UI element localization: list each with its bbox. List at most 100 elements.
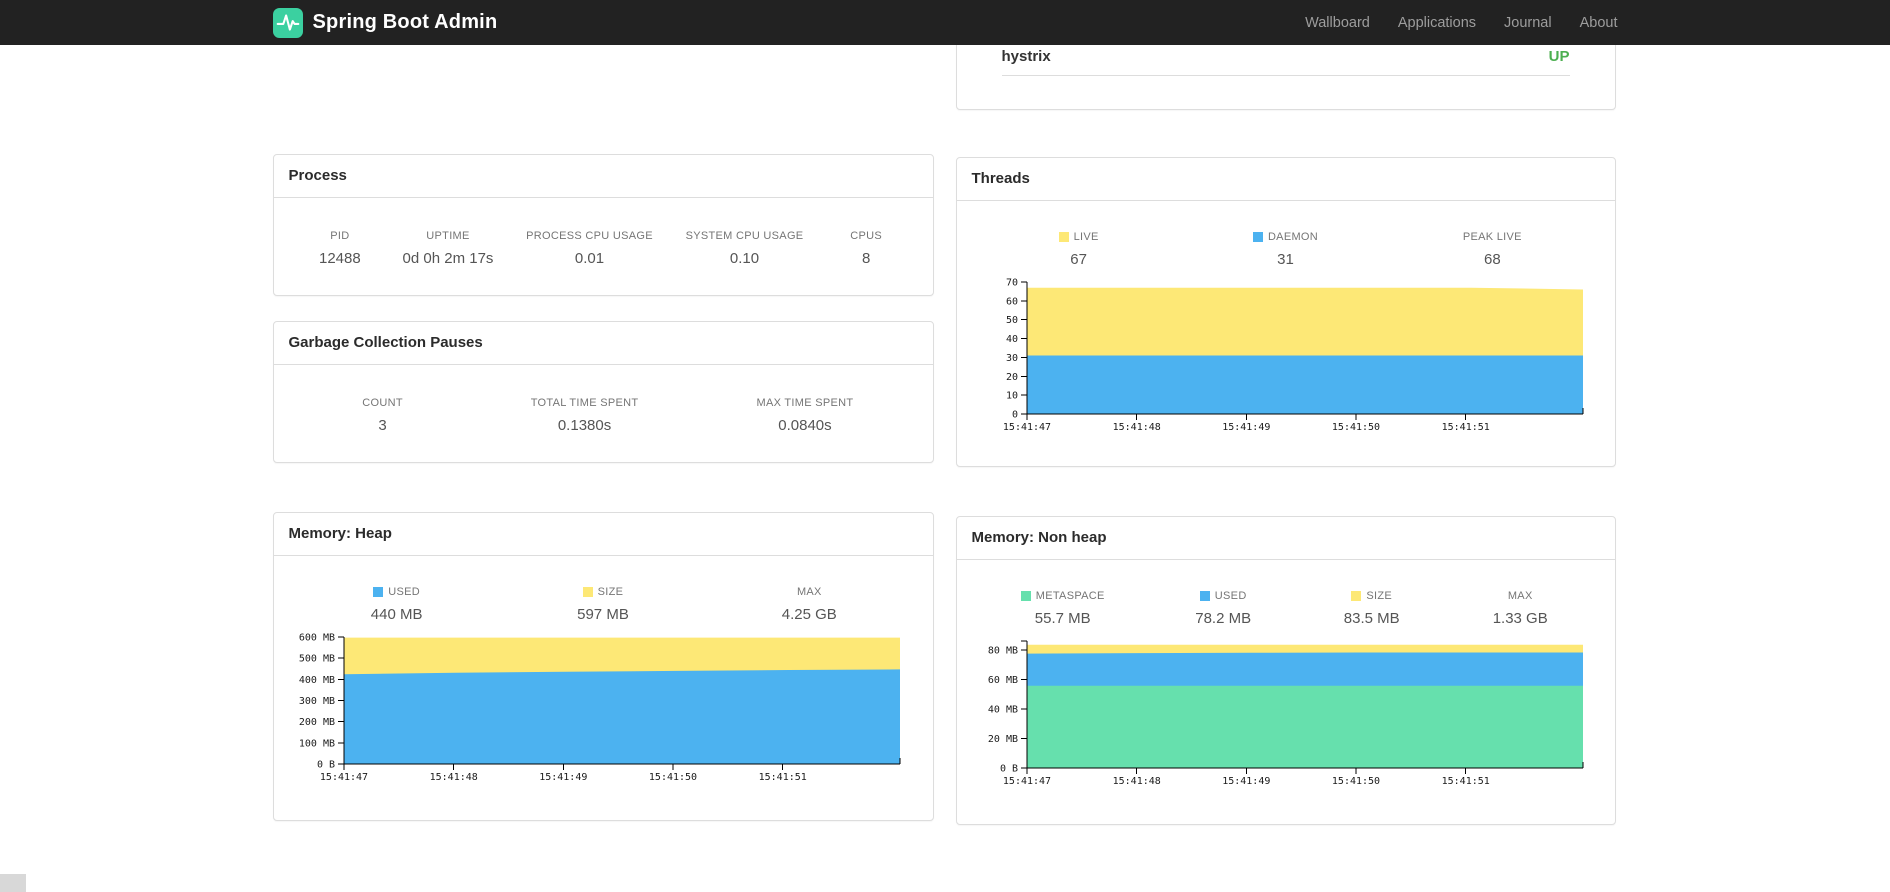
legend-value: 67 [1070,251,1087,268]
process-metrics: PID 12488 UPTIME 0d 0h 2m 17s PROCESS CP… [274,198,933,295]
legend-live: LIVE 67 [1049,231,1109,268]
memory-nonheap-panel-header: Memory: Non heap [956,517,1615,560]
svg-text:300 MB: 300 MB [298,696,334,707]
legend-label: SIZE [573,586,633,598]
svg-text:15:41:51: 15:41:51 [1441,422,1489,433]
metric-value: 12488 [318,250,361,267]
size-swatch-icon [582,587,593,597]
svg-text:15:41:51: 15:41:51 [1441,776,1489,787]
legend-heap-max: MAX 4.25 GB [779,586,839,623]
svg-text:20: 20 [1005,372,1017,383]
svg-text:400 MB: 400 MB [298,675,334,686]
legend-value: 1.33 GB [1492,610,1548,627]
legend-label-text: SIZE [597,586,624,598]
process-panel-header: Process [273,155,933,198]
metric-value: 0.01 [574,250,605,267]
svg-text:40: 40 [1005,334,1017,345]
nonheap-legend: METASPACE 55.7 MB USED 78.2 MB SIZE 83.5… [957,560,1615,627]
svg-text:70: 70 [1005,278,1017,289]
legend-value: 4.25 GB [781,606,837,623]
legend-peak-live: PEAK LIVE 68 [1462,231,1522,268]
svg-text:20 MB: 20 MB [987,734,1017,745]
svg-text:15:41:48: 15:41:48 [1112,422,1160,433]
gc-pauses-panel: Garbage Collection Pauses COUNT 3 TOTAL … [272,321,934,463]
svg-text:60 MB: 60 MB [987,675,1017,686]
spring-boot-admin-logo-icon [272,7,303,38]
legend-daemon: DAEMON 31 [1252,231,1318,268]
threads-legend: LIVE 67 DAEMON 31 PEAK LIVE 68 [957,201,1615,268]
legend-nonheap-size: SIZE 83.5 MB [1342,590,1402,627]
legend-label: SIZE [1342,590,1402,602]
applications-status-body: hystrix UP [957,34,1615,109]
legend-label-text: USED [1214,590,1247,602]
svg-text:0: 0 [1011,410,1017,421]
brand-title: Spring Boot Admin [312,11,498,33]
legend-label-text: SIZE [1366,590,1393,602]
threads-panel-title: Threads [971,170,1030,187]
application-status-badge: UP [1548,48,1570,65]
metric-process-cpu-usage: PROCESS CPU USAGE 0.01 [526,230,653,267]
svg-text:15:41:47: 15:41:47 [1002,776,1050,787]
svg-text:30: 30 [1005,353,1017,364]
nav-item-journal[interactable]: Journal [1490,15,1566,31]
brand-link[interactable]: Spring Boot Admin [272,7,498,38]
legend-nonheap-max: MAX 1.33 GB [1490,590,1550,627]
scrollbar-corner [0,874,26,892]
svg-text:10: 10 [1005,391,1017,402]
metric-value: 0d 0h 2m 17s [402,250,494,267]
top-navbar: Spring Boot Admin Wallboard Applications… [0,0,1890,45]
legend-label-text: USED [388,586,421,598]
svg-text:200 MB: 200 MB [298,717,334,728]
legend-value: 440 MB [370,606,423,623]
nav-item-applications[interactable]: Applications [1384,15,1490,31]
svg-text:15:41:51: 15:41:51 [758,772,806,783]
legend-heap-size: SIZE 597 MB [573,586,633,623]
svg-text:15:41:49: 15:41:49 [539,772,587,783]
svg-text:15:41:49: 15:41:49 [1222,776,1270,787]
metric-label: PROCESS CPU USAGE [526,230,653,242]
main-content: Process PID 12488 UPTIME 0d 0h 2m 17s PR… [272,33,1618,825]
heap-chart: 0 B 100 MB 200 MB 300 MB 400 MB 500 MB 600 MB 1… [274,623,933,820]
svg-text:0 B: 0 B [999,764,1017,775]
metric-cpus: CPUS 8 [836,230,896,267]
metric-value: 0.1380s [557,417,612,434]
memory-nonheap-panel: Memory: Non heap METASPACE 55.7 MB USED … [955,516,1616,825]
metric-label: UPTIME [426,230,470,242]
metric-value: 0.0840s [778,417,832,434]
application-name[interactable]: hystrix [1002,48,1051,65]
svg-text:500 MB: 500 MB [298,654,334,665]
metric-system-cpu-usage: SYSTEM CPU USAGE 0.10 [686,230,804,267]
heap-legend: USED 440 MB SIZE 597 MB MAX 4.25 GB [274,556,933,623]
process-panel: Process PID 12488 UPTIME 0d 0h 2m 17s PR… [272,154,934,296]
legend-label: METASPACE [1020,590,1105,602]
legend-label: LIVE [1049,231,1109,243]
legend-label-text: LIVE [1073,231,1099,243]
metric-value: 3 [378,417,387,434]
metric-label: TOTAL TIME SPENT [530,397,639,409]
svg-text:100 MB: 100 MB [298,738,334,749]
live-swatch-icon [1058,232,1069,242]
metric-uptime: UPTIME 0d 0h 2m 17s [403,230,494,267]
legend-label-text: PEAK LIVE [1462,231,1522,243]
svg-text:15:41:50: 15:41:50 [1331,776,1379,787]
svg-text:15:41:48: 15:41:48 [1112,776,1160,787]
memory-heap-panel-title: Memory: Heap [288,525,392,542]
svg-text:60: 60 [1005,296,1017,307]
svg-text:15:41:49: 15:41:49 [1222,422,1270,433]
gc-metrics: COUNT 3 TOTAL TIME SPENT 0.1380s MAX TIM… [274,365,933,462]
nonheap-chart: 0 B 20 MB 40 MB 60 MB 80 MB 15:41:47 15:41:48 1… [957,627,1615,824]
metric-gc-count: COUNT 3 [353,397,413,434]
metric-pid: PID 12488 [310,230,370,267]
nav-item-wallboard[interactable]: Wallboard [1291,15,1384,31]
navbar-links: Wallboard Applications Journal About [1291,15,1617,31]
left-column: Process PID 12488 UPTIME 0d 0h 2m 17s PR… [272,45,934,821]
legend-nonheap-used: USED 78.2 MB [1193,590,1253,627]
nav-item-about[interactable]: About [1566,15,1618,31]
size-swatch-icon [1351,591,1362,601]
gc-panel-header: Garbage Collection Pauses [273,322,933,365]
heap-chart-svg: 0 B 100 MB 200 MB 300 MB 400 MB 500 MB 600 MB 1… [298,633,900,783]
metric-gc-total-time: TOTAL TIME SPENT 0.1380s [531,397,639,434]
svg-text:40 MB: 40 MB [987,704,1017,715]
legend-label: USED [367,586,427,598]
gc-panel-title: Garbage Collection Pauses [288,334,483,351]
